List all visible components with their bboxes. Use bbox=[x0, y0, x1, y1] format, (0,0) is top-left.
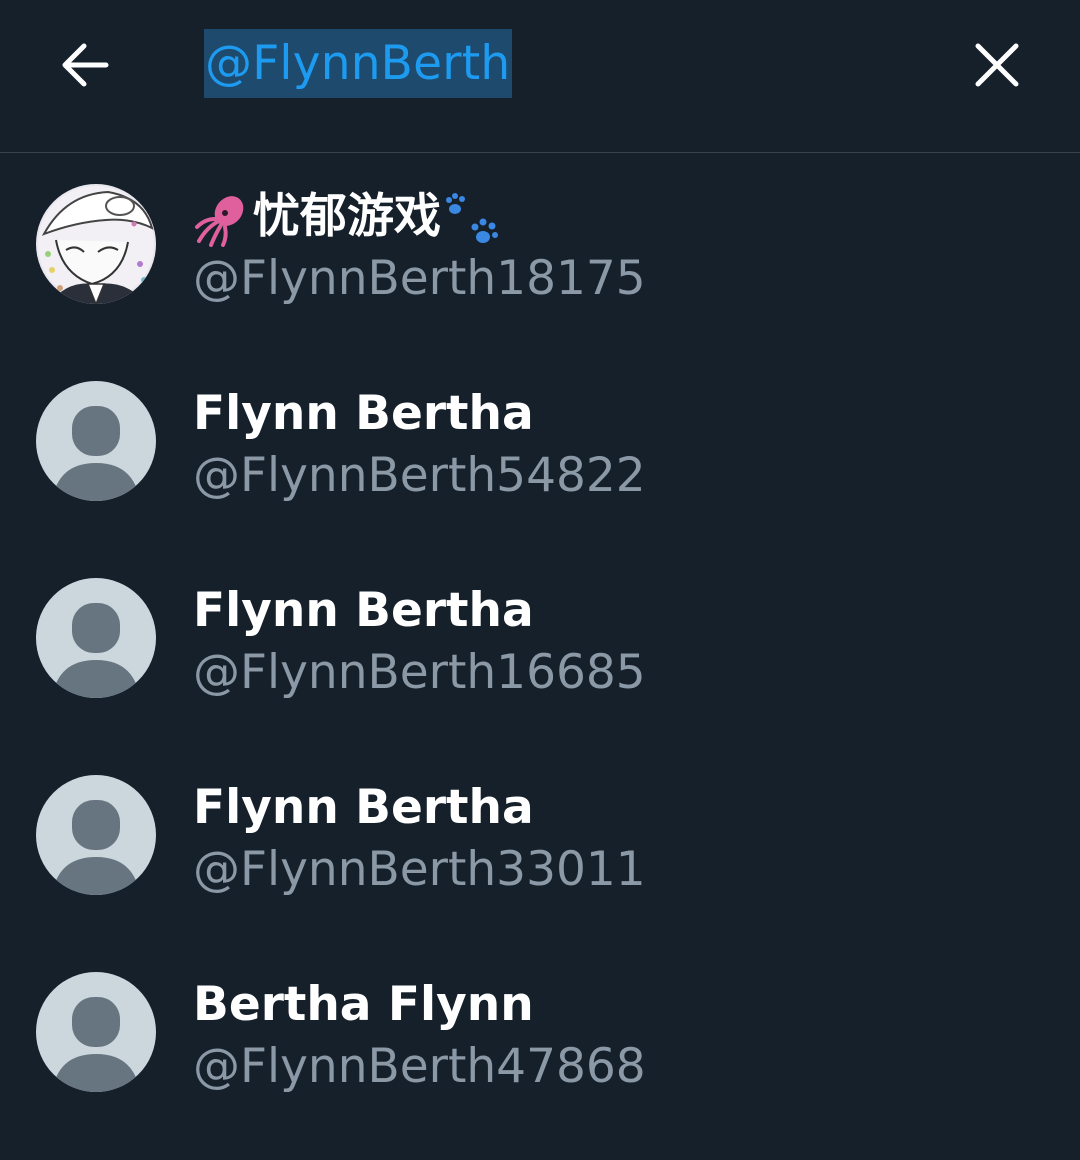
result-display-name: Bertha Flynn bbox=[193, 977, 534, 1032]
search-query-text[interactable]: @FlynnBerth bbox=[204, 29, 513, 98]
result-handle: @FlynnBerth33011 bbox=[193, 842, 646, 897]
search-result-row[interactable]: Flynn Bertha @FlynnBerth54822 bbox=[0, 351, 1080, 548]
result-handle: @FlynnBerth16685 bbox=[193, 645, 646, 700]
anime-avatar-image bbox=[36, 184, 156, 304]
close-x-icon bbox=[975, 43, 1019, 87]
avatar[interactable] bbox=[36, 381, 156, 501]
result-display-name: 忧郁游戏 bbox=[193, 188, 507, 249]
avatar[interactable] bbox=[36, 972, 156, 1092]
default-profile-icon bbox=[52, 800, 140, 895]
result-handle: @FlynnBerth54822 bbox=[193, 448, 646, 503]
avatar[interactable] bbox=[36, 775, 156, 895]
back-button[interactable] bbox=[50, 30, 120, 100]
arrow-left-icon bbox=[62, 43, 109, 87]
search-result-row[interactable]: Bertha Flynn @FlynnBerth47868 bbox=[0, 942, 1080, 1139]
search-result-row[interactable]: Flynn Bertha @FlynnBerth33011 bbox=[0, 745, 1080, 942]
search-result-row[interactable]: 忧郁游戏 @FlynnBerth18175 bbox=[0, 154, 1080, 351]
avatar[interactable] bbox=[36, 578, 156, 698]
default-profile-icon bbox=[52, 997, 140, 1092]
result-display-name: Flynn Bertha bbox=[193, 780, 534, 835]
search-result-row[interactable]: Flynn Bertha @FlynnBerth16685 bbox=[0, 548, 1080, 745]
result-handle: @FlynnBerth47868 bbox=[193, 1039, 646, 1094]
avatar[interactable] bbox=[36, 184, 156, 304]
search-input[interactable]: @FlynnBerth bbox=[204, 29, 513, 98]
clear-search-button[interactable] bbox=[962, 30, 1032, 100]
result-display-name: Flynn Bertha bbox=[193, 386, 534, 441]
search-header: @FlynnBerth bbox=[0, 0, 1080, 153]
default-profile-icon bbox=[52, 406, 140, 501]
search-screen: @FlynnBerth 忧郁游戏 @FlynnBerth18175 Flynn … bbox=[0, 0, 1080, 1160]
squid-emoji bbox=[195, 195, 244, 247]
paw-prints-emoji bbox=[446, 192, 498, 243]
default-profile-icon bbox=[52, 603, 140, 698]
result-display-name-text: 忧郁游戏 bbox=[253, 189, 441, 244]
result-handle: @FlynnBerth18175 bbox=[193, 251, 646, 306]
result-display-name: Flynn Bertha bbox=[193, 583, 534, 638]
